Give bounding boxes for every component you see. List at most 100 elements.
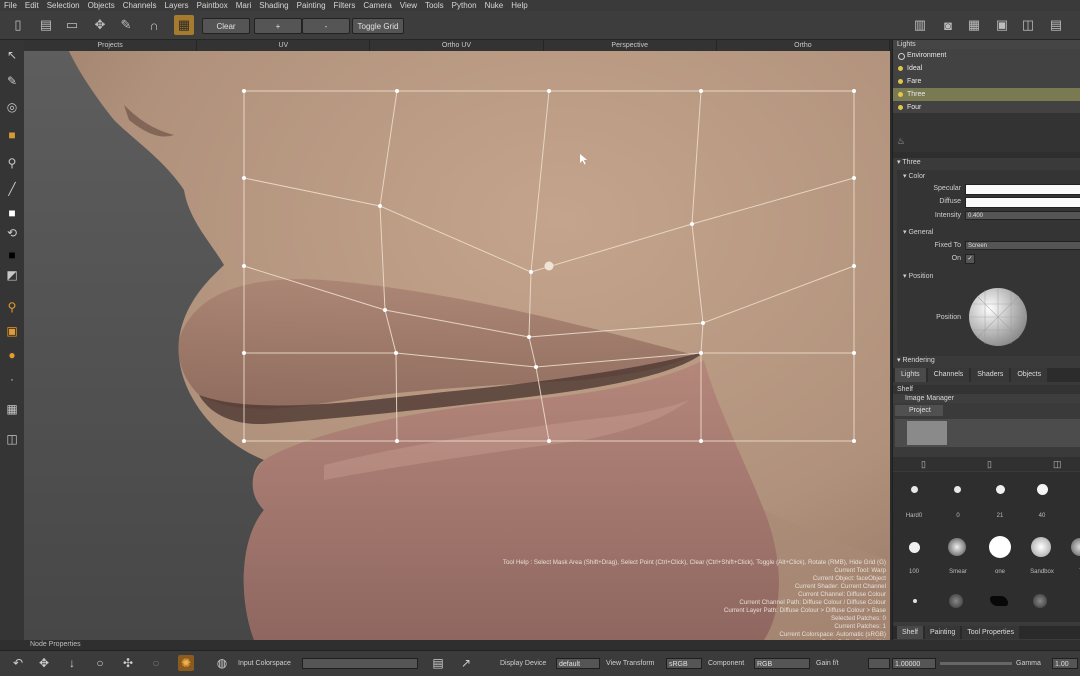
new-file-icon[interactable]: ▯ xyxy=(8,15,28,35)
swap-colors-icon[interactable]: ⟲ xyxy=(3,224,21,242)
menu-item-mari[interactable]: Mari xyxy=(232,0,256,11)
menu-item-channels[interactable]: Channels xyxy=(119,0,161,11)
more-tools-icon[interactable]: · xyxy=(3,370,21,388)
gamma-input[interactable]: 1.00 xyxy=(1052,658,1078,669)
brush-hard-small[interactable] xyxy=(911,486,918,493)
brush-dot[interactable] xyxy=(913,599,917,603)
gain-toggle[interactable] xyxy=(868,658,890,669)
transform-icon[interactable]: ✥ xyxy=(90,15,110,35)
tab-perspective[interactable]: Perspective xyxy=(544,40,717,51)
magnet-icon[interactable]: ∩ xyxy=(144,15,164,35)
move-icon[interactable]: ✥ xyxy=(36,655,52,671)
undo-icon[interactable]: ↶ xyxy=(10,655,26,671)
tab-ortho-uv[interactable]: Ortho UV xyxy=(370,40,544,51)
snapshot-icon[interactable]: ▦ xyxy=(3,400,21,418)
brush-menu-icon[interactable]: ◫ xyxy=(1053,459,1062,470)
remove-button[interactable]: - xyxy=(302,18,350,34)
viewport[interactable]: Tool Help : Select Mask Area (Shift+Drag… xyxy=(24,40,890,640)
brush-small[interactable] xyxy=(954,486,961,493)
new-brush-icon[interactable]: ▯ xyxy=(921,459,926,470)
rotate-view-icon[interactable]: ● xyxy=(3,346,21,364)
reset-colors-icon[interactable]: ◩ xyxy=(3,266,21,284)
display-device-select[interactable]: default xyxy=(556,658,600,669)
diffuse-swatch[interactable] xyxy=(965,197,1080,208)
disabled-circle-icon[interactable]: ○ xyxy=(148,655,164,671)
tab-ortho[interactable]: Ortho xyxy=(717,40,891,51)
menu-item-python[interactable]: Python xyxy=(448,0,481,11)
add-button[interactable]: + xyxy=(254,18,302,34)
active-tool-icon[interactable]: ✺ xyxy=(178,655,194,671)
light-row[interactable]: Environment xyxy=(893,49,1080,62)
curve-icon[interactable]: ↗ xyxy=(458,655,474,671)
transform-handle-icon[interactable]: ✣ xyxy=(120,655,136,671)
smudge-icon[interactable]: ⚲ xyxy=(3,154,21,172)
circle-select-icon[interactable]: ○ xyxy=(92,655,108,671)
shelf-tab-tool-properties[interactable]: Tool Properties xyxy=(962,626,1019,639)
brush-splatter[interactable] xyxy=(990,596,1008,606)
brush-medium[interactable] xyxy=(996,485,1005,494)
select-icon[interactable]: ↖ xyxy=(3,46,21,64)
gain-input[interactable]: 1.00000 xyxy=(892,658,936,669)
menu-item-camera[interactable]: Camera xyxy=(359,0,395,11)
down-arrow-icon[interactable]: ↓ xyxy=(64,655,80,671)
pan-icon[interactable]: ▣ xyxy=(3,322,21,340)
brush-large[interactable] xyxy=(1037,484,1048,495)
brush-one[interactable] xyxy=(989,536,1011,558)
warp-grid[interactable] xyxy=(24,40,890,640)
light-row[interactable]: Ideal xyxy=(893,62,1080,75)
grid-icon[interactable]: ▦ xyxy=(964,15,984,35)
menu-item-objects[interactable]: Objects xyxy=(84,0,119,11)
panel-tab-objects[interactable]: Objects xyxy=(1011,368,1048,382)
component-select[interactable]: RGB xyxy=(754,658,810,669)
menu-item-nuke[interactable]: Nuke xyxy=(481,0,508,11)
fixed-to-select[interactable]: Screen xyxy=(965,241,1080,250)
layers-icon[interactable]: ▣ xyxy=(992,15,1012,35)
gain-slider[interactable] xyxy=(940,662,1012,665)
camera-view-icon[interactable]: ◫ xyxy=(3,430,21,448)
menu-item-tools[interactable]: Tools xyxy=(421,0,448,11)
grid-tool-icon[interactable]: ▦ xyxy=(174,15,194,35)
lut-icon[interactable]: ▤ xyxy=(430,655,446,671)
paint-icon[interactable]: ✎ xyxy=(116,15,136,35)
position-sphere[interactable] xyxy=(967,286,1029,348)
view-transform-select[interactable]: sRGB xyxy=(666,658,702,669)
image-thumbnail[interactable] xyxy=(907,421,947,445)
menu-item-selection[interactable]: Selection xyxy=(43,0,84,11)
tab-projects[interactable]: Projects xyxy=(24,40,198,51)
tab-uv[interactable]: UV xyxy=(197,40,371,51)
light-row[interactable]: Three xyxy=(893,88,1080,101)
menu-item-layers[interactable]: Layers xyxy=(161,0,193,11)
open-icon[interactable]: ▭ xyxy=(62,15,82,35)
view-icon[interactable]: ▥ xyxy=(910,15,930,35)
copy-brush-icon[interactable]: ▯ xyxy=(987,459,992,470)
shelf-tab-shelf[interactable]: Shelf xyxy=(897,626,923,639)
menu-item-shading[interactable]: Shading xyxy=(255,0,292,11)
input-colorspace-select[interactable] xyxy=(302,658,418,669)
layout-icon[interactable]: ◫ xyxy=(1018,15,1038,35)
save-icon[interactable]: ▤ xyxy=(36,15,56,35)
specular-swatch[interactable] xyxy=(965,184,1080,195)
shelf-tab-painting[interactable]: Painting xyxy=(924,626,961,639)
panel-tab-lights[interactable]: Lights xyxy=(895,368,926,382)
panel-tab-channels[interactable]: Channels xyxy=(927,368,970,382)
camera-icon[interactable]: ◙ xyxy=(938,15,958,35)
warp-handle[interactable] xyxy=(544,261,554,271)
line-icon[interactable]: ╱ xyxy=(3,180,21,198)
foreground-color-icon[interactable]: ■ xyxy=(3,204,21,222)
menu-item-edit[interactable]: Edit xyxy=(21,0,43,11)
project-tab[interactable]: Project xyxy=(895,405,943,416)
brush-extra[interactable] xyxy=(1071,538,1080,556)
brush-soft-2[interactable] xyxy=(1033,594,1047,608)
menu-item-file[interactable]: File xyxy=(0,0,21,11)
brush-soft[interactable] xyxy=(949,594,963,608)
menu-item-filters[interactable]: Filters xyxy=(330,0,360,11)
panel-icon[interactable]: ▤ xyxy=(1046,15,1066,35)
light-row[interactable]: Fare xyxy=(893,75,1080,88)
lasso-icon[interactable]: ◎ xyxy=(3,98,21,116)
on-checkbox[interactable]: ✓ xyxy=(965,254,975,264)
zoom-icon[interactable]: ⚲ xyxy=(3,298,21,316)
brush-smear[interactable] xyxy=(948,538,966,556)
sphere-icon[interactable]: ◍ xyxy=(214,655,230,671)
clear-button[interactable]: Clear xyxy=(202,18,250,34)
menu-item-help[interactable]: Help xyxy=(507,0,531,11)
